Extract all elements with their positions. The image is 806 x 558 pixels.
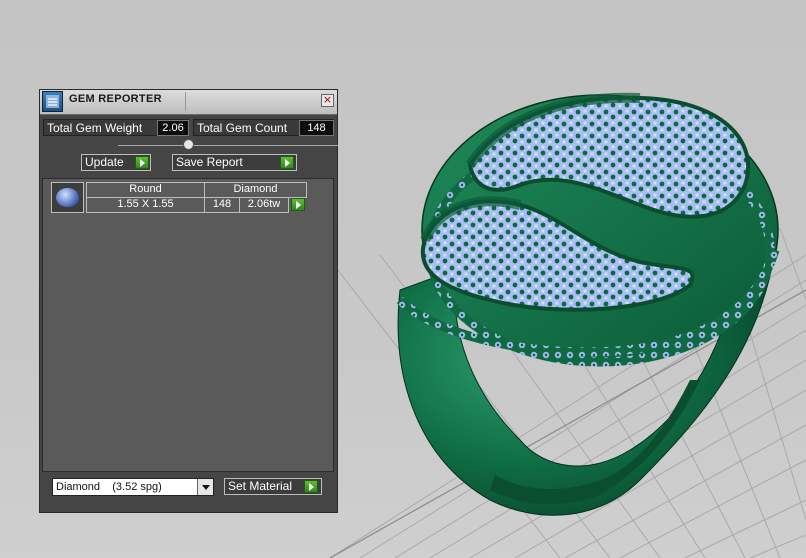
total-weight-value: 2.06 <box>157 120 189 136</box>
save-report-button[interactable]: Save Report <box>172 154 297 171</box>
slider-track[interactable] <box>118 145 338 146</box>
gem-list: Round Diamond 1.55 X 1.55 148 2.06tw <box>42 178 334 472</box>
green-arrow-icon[interactable] <box>280 156 294 169</box>
gem-thumbnail-icon[interactable] <box>51 182 84 213</box>
title-bar[interactable]: GEM REPORTER × <box>40 90 337 115</box>
total-count-value: 148 <box>299 120 334 136</box>
total-count-field: Total Gem Count 148 <box>193 119 334 136</box>
set-material-label: Set Material <box>228 479 293 493</box>
close-icon[interactable]: × <box>321 94 334 107</box>
green-arrow-icon[interactable] <box>291 198 305 211</box>
total-weight-field: Total Gem Weight 2.06 <box>43 119 189 136</box>
chevron-down-icon[interactable] <box>197 479 213 495</box>
set-material-button[interactable]: Set Material <box>224 478 322 495</box>
gem-count-cell[interactable]: 148 <box>204 197 240 213</box>
total-count-label: Total Gem Count <box>197 121 288 135</box>
update-button[interactable]: Update <box>81 154 151 171</box>
gem-size-cell[interactable]: 1.55 X 1.55 <box>86 197 205 213</box>
green-arrow-icon[interactable] <box>304 480 318 493</box>
gem-reporter-icon <box>42 91 63 112</box>
gem-material-cell[interactable]: Diamond <box>204 182 307 198</box>
material-select[interactable]: Diamond (3.52 spg) <box>52 478 214 496</box>
title-divider <box>185 92 186 111</box>
gem-reporter-panel: GEM REPORTER × Total Gem Weight 2.06 Tot… <box>39 89 338 513</box>
green-arrow-icon[interactable] <box>135 156 149 169</box>
gem-shape-cell[interactable]: Round <box>86 182 205 198</box>
total-weight-label: Total Gem Weight <box>47 121 143 135</box>
update-label: Update <box>85 155 124 169</box>
panel-title: GEM REPORTER <box>69 93 162 105</box>
save-report-label: Save Report <box>176 155 243 169</box>
gem-weight-cell[interactable]: 2.06tw <box>239 197 289 213</box>
material-select-value: Diamond (3.52 spg) <box>56 481 162 493</box>
slider-handle[interactable] <box>183 139 194 150</box>
